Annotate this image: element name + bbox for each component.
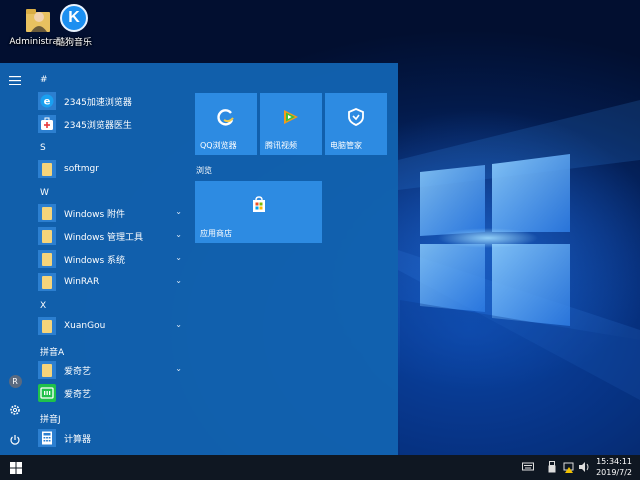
app-item-2345-browser[interactable]: e 2345加速浏览器: [38, 90, 188, 112]
app-item-label: 2345浏览器医生: [64, 120, 132, 131]
start-button[interactable]: [0, 455, 32, 480]
hamburger-menu-button[interactable]: [5, 70, 25, 90]
app-item-winrar[interactable]: WinRAR ⌄: [38, 271, 188, 293]
gear-icon: [10, 405, 20, 415]
app-item-label: 爱奇艺: [64, 366, 92, 377]
tile-tencent-video[interactable]: 腾讯视频: [260, 93, 322, 155]
folder-icon: [38, 227, 56, 245]
app-item-calculator[interactable]: 计算器: [38, 427, 188, 449]
settings-button[interactable]: [5, 400, 25, 420]
clock-time: 15:34:11: [596, 457, 632, 466]
group-header-x[interactable]: X: [40, 301, 46, 311]
folder-icon: [38, 204, 56, 222]
group-header-s[interactable]: S: [40, 143, 46, 153]
app-item-label: 计算器: [64, 434, 92, 445]
folder-icon: [38, 317, 56, 335]
usb-icon[interactable]: [548, 461, 556, 476]
app-item-label: 2345加速浏览器: [64, 97, 132, 108]
start-menu-rail: R: [0, 63, 30, 455]
tencent-video-icon: [281, 107, 301, 131]
desktop-icon-kugou[interactable]: K 酷狗音乐: [36, 4, 112, 54]
app-item-label: WinRAR: [64, 277, 100, 287]
clock-date: 2019/7/2: [596, 468, 632, 477]
tile-group-label[interactable]: 浏览: [196, 165, 212, 176]
power-button[interactable]: [5, 430, 25, 450]
chevron-down-icon: ⌄: [175, 207, 182, 216]
app-item-windows-system[interactable]: Windows 系统 ⌄: [38, 248, 188, 270]
chevron-down-icon: ⌄: [175, 320, 182, 329]
app-item-windows-accessories[interactable]: Windows 附件 ⌄: [38, 202, 188, 224]
app-item-label: XuanGou: [64, 321, 106, 331]
pc-manager-icon: [346, 107, 366, 131]
app-item-label: softmgr: [64, 164, 99, 174]
folder-icon: [38, 361, 56, 379]
store-icon: [249, 195, 269, 219]
app-item-label: Windows 附件: [64, 209, 126, 220]
app-item-label: Windows 系统: [64, 255, 126, 266]
folder-icon: [38, 160, 56, 178]
group-header-hash[interactable]: #: [40, 75, 48, 85]
chevron-down-icon: ⌄: [175, 253, 182, 262]
app-item-softmgr[interactable]: softmgr: [38, 158, 188, 180]
tile-app-store[interactable]: 应用商店: [195, 181, 322, 243]
tile-label: 应用商店: [200, 229, 232, 238]
iqiyi-icon: [38, 384, 56, 402]
tile-label: 腾讯视频: [265, 141, 297, 150]
tile-pc-manager[interactable]: 电脑管家: [325, 93, 387, 155]
app-item-iqiyi-folder[interactable]: 爱奇艺 ⌄: [38, 359, 188, 381]
windows-logo-icon: [10, 461, 22, 474]
app-list: # e 2345加速浏览器 2345浏览器医生 S softmgr W Wind…: [30, 63, 190, 455]
tile-label: 电脑管家: [330, 141, 362, 150]
group-header-w[interactable]: W: [40, 188, 49, 198]
taskbar-clock[interactable]: 15:34:11 2019/7/2: [596, 456, 632, 478]
keyboard-icon[interactable]: [522, 461, 534, 474]
app-item-label: 爱奇艺: [64, 389, 92, 400]
tile-qq-browser[interactable]: QQ浏览器: [195, 93, 257, 155]
user-account-button[interactable]: R: [5, 371, 25, 391]
desktop-icon-label: 酷狗音乐: [55, 38, 92, 48]
calculator-icon: [38, 429, 56, 447]
power-icon: [10, 435, 20, 445]
chevron-down-icon: ⌄: [175, 230, 182, 239]
kugou-music-icon: K: [60, 4, 88, 32]
hamburger-icon: [9, 75, 21, 85]
volume-icon[interactable]: [578, 461, 590, 476]
group-header-pinyin-a[interactable]: 拼音A: [40, 345, 64, 358]
chevron-down-icon: ⌄: [175, 276, 182, 285]
folder-icon: [38, 273, 56, 291]
avatar: R: [8, 374, 22, 388]
start-menu: R # e 2345加速浏览器 2345浏览器医生 S softmgr W Wi…: [0, 63, 398, 455]
app-item-iqiyi[interactable]: 爱奇艺: [38, 382, 188, 404]
tile-label: QQ浏览器: [200, 141, 237, 150]
folder-icon: [38, 250, 56, 268]
network-warning-icon[interactable]: [563, 461, 575, 476]
taskbar: 15:34:11 2019/7/2: [0, 455, 640, 480]
medkit-icon: [38, 115, 56, 133]
app-item-xuangou[interactable]: XuanGou ⌄: [38, 315, 188, 337]
app-item-windows-admin-tools[interactable]: Windows 管理工具 ⌄: [38, 225, 188, 247]
chevron-down-icon: ⌄: [175, 364, 182, 373]
qq-browser-icon: [216, 107, 236, 131]
svg-text:e: e: [44, 97, 51, 108]
app-item-label: Windows 管理工具: [64, 232, 144, 243]
app-item-2345-browser-doctor[interactable]: 2345浏览器医生: [38, 113, 188, 135]
group-header-pinyin-j[interactable]: 拼音J: [40, 412, 61, 425]
browser-e-icon: e: [38, 92, 56, 110]
